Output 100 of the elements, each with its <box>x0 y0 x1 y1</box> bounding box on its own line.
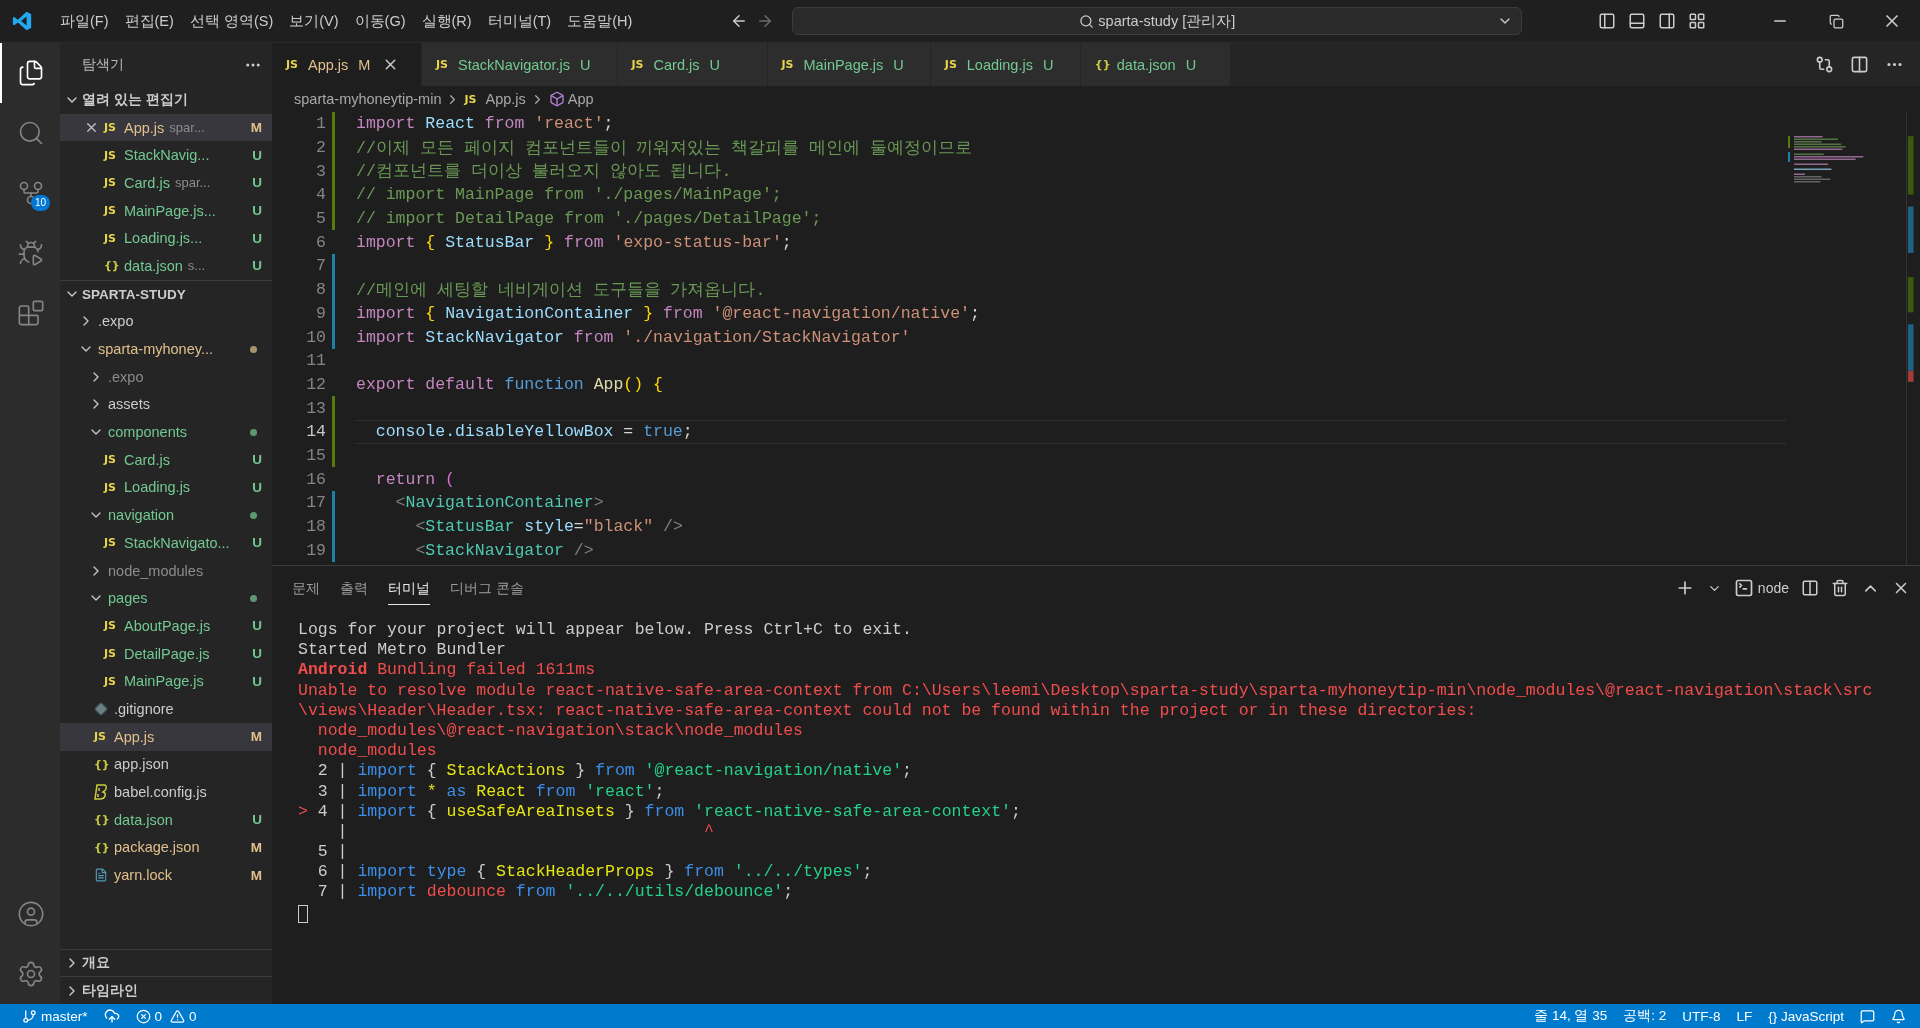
toggle-secondary-sidebar-icon[interactable] <box>1658 12 1676 30</box>
git-status: M <box>250 120 262 136</box>
layout-icon[interactable] <box>1688 12 1706 30</box>
panel-tab[interactable]: 디버그 콘솔 <box>450 571 524 605</box>
folder-row[interactable]: .expo <box>60 362 272 391</box>
editor-tab[interactable]: JS Loading.js U <box>930 43 1081 86</box>
open-editor-row[interactable]: JS App.js spar... M <box>60 113 272 142</box>
split-editor-icon[interactable] <box>1850 55 1869 74</box>
editor-tab[interactable]: JS StackNavigator.js U <box>422 43 618 86</box>
status-item[interactable]: 공백: 2 <box>1615 1007 1675 1025</box>
editor-tab[interactable]: JS MainPage.js U <box>767 43 931 86</box>
editor-tab[interactable]: {} data.json U <box>1080 43 1231 86</box>
menu-item[interactable]: 이동(G) <box>346 11 414 31</box>
menu-item[interactable]: 도움말(H) <box>559 11 641 31</box>
section-header[interactable]: 열려 있는 편집기 <box>60 86 272 114</box>
file-row[interactable]: JS Card.js U <box>60 445 272 474</box>
file-row[interactable]: JS App.js M <box>60 722 272 751</box>
status-item[interactable]: {} JavaScript <box>1760 1008 1852 1024</box>
editor-tab[interactable]: JS App.js M <box>272 43 422 86</box>
activity-button[interactable]: 10 <box>0 163 60 223</box>
trash-icon[interactable] <box>1831 579 1849 597</box>
file-row[interactable]: {} package.json M <box>60 833 272 862</box>
folder-row[interactable]: navigation <box>60 501 272 529</box>
menu-item[interactable]: 편집(E) <box>116 11 182 31</box>
section-header[interactable]: 개요 <box>60 948 272 977</box>
code-line: // import MainPage from './pages/MainPage'; <box>356 184 783 207</box>
toggle-sidebar-icon[interactable] <box>1598 12 1616 30</box>
terminal-line: node_modules\@react-navigation\stack\node_modules <box>316 720 804 742</box>
file-row[interactable]: JS Loading.js U <box>60 473 272 502</box>
folder-name: pages <box>108 590 148 607</box>
command-center[interactable]: sparta-study [관리자] <box>792 7 1523 35</box>
line-number: 5 <box>315 209 326 229</box>
status-item[interactable]: UTF-8 <box>1674 1008 1729 1024</box>
file-name: App.js <box>124 119 165 136</box>
file-row[interactable]: JS MainPage.js U <box>60 667 272 696</box>
file-row[interactable]: JS StackNavigato... U <box>60 529 272 557</box>
file-row[interactable]: {} data.json U <box>60 805 272 834</box>
file-row[interactable]: babel.config.js <box>60 778 272 806</box>
open-editor-row[interactable]: {} data.json s... U <box>60 252 272 280</box>
line-number: 18 <box>305 517 326 537</box>
account-icon[interactable] <box>17 900 45 928</box>
folder-row[interactable]: node_modules <box>60 556 272 585</box>
status-item[interactable]: 줄 14, 열 35 <box>1526 1007 1616 1025</box>
open-editor-row[interactable]: JS Loading.js... U <box>60 224 272 253</box>
breadcrumb-item[interactable]: JS App.js <box>464 91 526 107</box>
file-type-icon: JS <box>104 647 124 661</box>
line-number: 11 <box>305 351 326 371</box>
terminal-selector[interactable]: node <box>1733 578 1789 598</box>
section-header[interactable]: SPARTA-STUDY <box>60 279 272 308</box>
file-row[interactable]: .gitignore <box>60 695 272 723</box>
code-line: //메인에 세팅할 네비게이션 도구들을 가져옵니다. <box>356 279 767 302</box>
git-status: U <box>252 646 262 662</box>
file-type-icon: JS <box>104 148 124 162</box>
problems-indicator[interactable]: 0 0 <box>127 1008 209 1024</box>
folder-row[interactable]: pages <box>60 584 272 613</box>
sync-icon[interactable] <box>103 1008 120 1024</box>
open-editor-row[interactable]: JS Card.js spar... U <box>60 169 272 197</box>
branch-indicator[interactable]: master* <box>14 1008 96 1024</box>
file-row[interactable]: JS AboutPage.js U <box>60 612 272 640</box>
menu-item[interactable]: 실행(R) <box>413 11 480 31</box>
breadcrumb-item[interactable]: sparta-myhoneytip-min <box>294 91 442 107</box>
compare-icon[interactable] <box>1815 55 1834 74</box>
file-type-icon: JS <box>104 121 124 135</box>
panel-tab[interactable]: 터미널 <box>388 571 430 605</box>
tab-label: Loading.js <box>966 56 1033 73</box>
folder-row[interactable]: assets <box>60 390 272 419</box>
settings-icon[interactable] <box>17 960 45 988</box>
feedback-icon[interactable] <box>1860 1008 1875 1024</box>
open-editor-row[interactable]: JS MainPage.js... U <box>60 196 272 225</box>
panel-tab[interactable]: 출력 <box>340 571 368 605</box>
restore-icon[interactable] <box>1828 13 1844 29</box>
status-item[interactable]: LF <box>1728 1008 1761 1024</box>
line-number: 2 <box>315 138 326 158</box>
open-editor-row[interactable]: JS StackNavig... U <box>60 141 272 170</box>
panel-tab[interactable]: 문제 <box>292 571 320 605</box>
folder-row[interactable]: .expo <box>60 307 272 336</box>
folder-row[interactable]: components <box>60 418 272 446</box>
file-row[interactable]: yarn.lock M <box>60 861 272 889</box>
split-terminal-icon[interactable] <box>1801 579 1819 597</box>
menu-item[interactable]: 터미널(T) <box>479 11 560 31</box>
terminal-line: \views\Header\Header.tsx: react-native-safe-area-context could not be found within the project or in these directories: <box>298 700 1478 721</box>
menu-item[interactable]: 선택 영역(S) <box>181 11 282 31</box>
git-status: M <box>250 867 262 883</box>
line-number: 1 <box>315 114 326 134</box>
toggle-panel-icon[interactable] <box>1628 12 1646 30</box>
editor-tab[interactable]: JS Card.js U <box>617 43 768 86</box>
section-title: 개요 <box>82 953 110 972</box>
menu-item[interactable]: 보기(V) <box>281 11 347 31</box>
file-name: babel.config.js <box>114 784 207 801</box>
menu-item[interactable]: 파일(F) <box>52 11 117 31</box>
bell-icon[interactable] <box>1891 1008 1906 1024</box>
file-path: s... <box>187 258 206 274</box>
tab-label: data.json <box>1116 56 1176 73</box>
file-name: .gitignore <box>114 700 174 717</box>
folder-name: node_modules <box>108 562 204 579</box>
folder-row[interactable]: sparta-myhoney... <box>60 335 272 363</box>
file-name: Card.js <box>124 451 170 468</box>
file-row[interactable]: {} app.json <box>60 750 272 779</box>
breadcrumb-item[interactable]: App <box>548 91 594 107</box>
file-row[interactable]: JS DetailPage.js U <box>60 639 272 668</box>
